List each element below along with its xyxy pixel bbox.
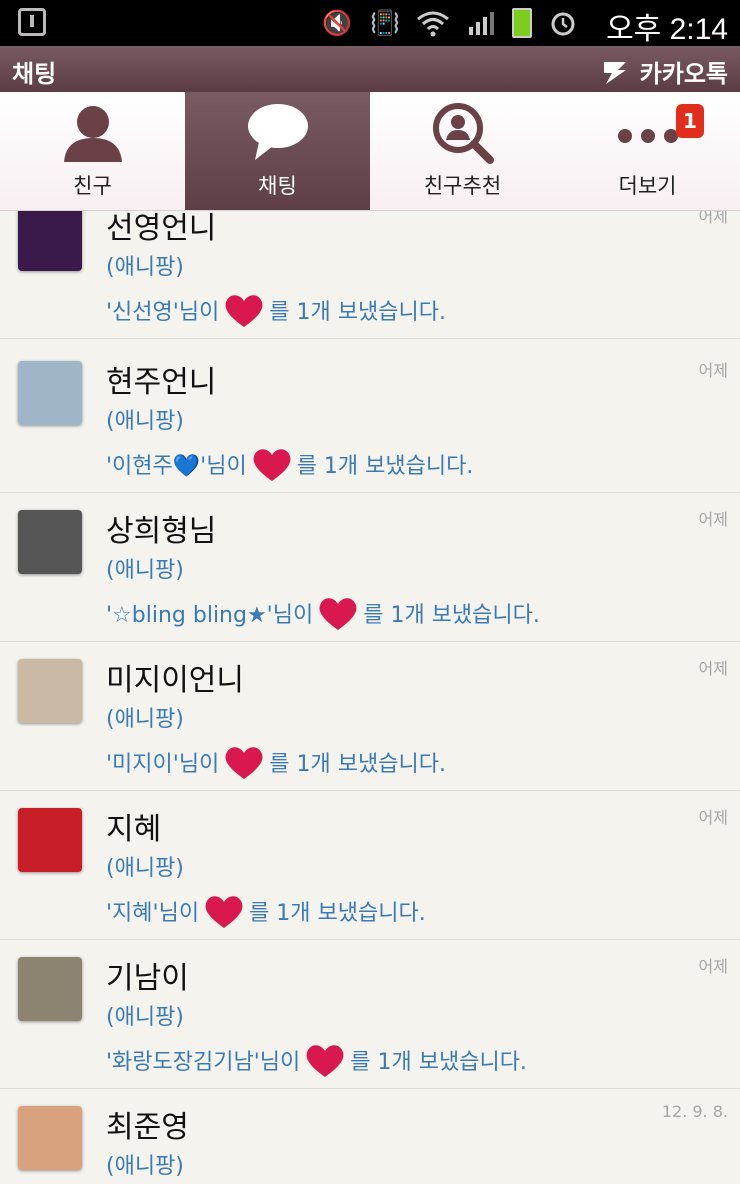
message-text: 를 1개 보냈습니다. <box>269 752 446 777</box>
alarm-icon <box>546 8 580 38</box>
brand: 카카오톡 <box>600 54 728 89</box>
message-sender: '화랑도장김기남'님이 <box>106 1050 301 1075</box>
clock: 오후 2:14 <box>606 13 728 46</box>
chat-time: 어제 <box>698 957 728 976</box>
chat-name: 상희형님 <box>106 514 217 549</box>
tab-chat[interactable]: 채팅 <box>185 92 370 210</box>
avatar <box>18 510 82 574</box>
status-bar: 🔇 📳 오후 2:14 <box>0 0 740 46</box>
heart-icon <box>306 1045 344 1077</box>
chat-row[interactable]: 기남이 (애니팡) '화랑도장김기남'님이 를 1개 보냈습니다. 어제 <box>0 941 740 1089</box>
avatar <box>18 659 82 723</box>
avatar <box>18 1106 82 1170</box>
message-sender: '☆bling bling★'님이 <box>106 603 314 628</box>
tab-label: 친구추천 <box>423 174 502 198</box>
chat-time: 어제 <box>698 808 728 827</box>
heart-icon <box>253 449 291 481</box>
message-text: 를 1개 보냈습니다. <box>249 901 426 926</box>
message-sender: '신선영'님이 <box>106 300 220 325</box>
heart-icon <box>225 747 263 779</box>
chat-list[interactable]: 선영언니 (애니팡) '신선영'님이 를 1개 보냈습니다. 어제 현주언니 (… <box>0 211 740 1184</box>
chat-message: '이현주💙'님이 를 1개 보냈습니다. <box>106 445 473 483</box>
chat-message: '지혜'님이 를 1개 보냈습니다. <box>106 892 426 930</box>
tab-recommend[interactable]: 친구추천 <box>370 92 555 210</box>
chat-message: '미지이'님이 를 1개 보냈습니다. <box>106 743 446 781</box>
avatar <box>18 211 82 271</box>
chat-row[interactable]: 상희형님 (애니팡) '☆bling bling★'님이 를 1개 보냈습니다.… <box>0 494 740 642</box>
page-title: 채팅 <box>12 60 57 88</box>
kakao-logo-icon <box>603 61 626 84</box>
avatar <box>18 361 82 425</box>
heart-icon <box>225 295 263 327</box>
tab-bar: 친구 채팅 친구추천 1 더보기 <box>0 92 740 211</box>
chat-name: 미지이언니 <box>106 663 244 698</box>
chat-time: 12. 9. 8. <box>661 1102 728 1121</box>
mute-icon: 🔇 <box>322 9 352 37</box>
chat-game-tag: (애니팡) <box>106 255 184 280</box>
download-icon <box>18 8 46 36</box>
person-icon <box>58 102 128 164</box>
chat-game-tag: (애니팡) <box>106 1154 184 1179</box>
chat-game-tag: (애니팡) <box>106 558 184 583</box>
chat-message: '☆bling bling★'님이 를 1개 보냈습니다. <box>106 594 540 632</box>
chat-time: 어제 <box>698 659 728 678</box>
avatar <box>18 808 82 872</box>
chat-row[interactable]: 선영언니 (애니팡) '신선영'님이 를 1개 보냈습니다. 어제 <box>0 211 740 339</box>
tab-friends[interactable]: 친구 <box>0 92 185 210</box>
chat-time: 어제 <box>698 211 728 226</box>
chat-game-tag: (애니팡) <box>106 707 184 732</box>
message-text: 를 1개 보냈습니다. <box>296 454 474 479</box>
chat-time: 어제 <box>698 510 728 529</box>
chat-name: 현주언니 <box>106 365 217 400</box>
chat-game-tag: (애니팡) <box>106 856 184 881</box>
chat-name: 지혜 <box>106 812 162 847</box>
chat-name: 최준영 <box>106 1110 189 1145</box>
chat-time: 어제 <box>698 361 728 380</box>
notification-badge: 1 <box>676 104 704 138</box>
heart-icon <box>205 896 243 928</box>
chat-game-tag: (애니팡) <box>106 409 184 434</box>
message-sender: '미지이'님이 <box>106 752 220 777</box>
brand-label: 카카오톡 <box>639 60 728 88</box>
battery-icon <box>512 8 532 38</box>
title-bar: 채팅 카카오톡 <box>0 46 740 92</box>
message-text: 를 1개 보냈습니다. <box>350 1050 527 1075</box>
chat-row[interactable]: 지혜 (애니팡) '지혜'님이 를 1개 보냈습니다. 어제 <box>0 792 740 940</box>
chat-message: '신선영'님이 를 1개 보냈습니다. <box>106 291 446 329</box>
chat-row[interactable]: 미지이언니 (애니팡) '미지이'님이 를 1개 보냈습니다. 어제 <box>0 643 740 791</box>
more-dots-icon <box>613 102 683 164</box>
chat-name: 기남이 <box>106 961 189 996</box>
message-text: 를 1개 보냈습니다. <box>269 300 446 325</box>
message-text: 를 1개 보냈습니다. <box>363 603 540 628</box>
speech-bubble-icon <box>243 102 313 164</box>
wifi-icon <box>416 8 450 38</box>
chat-row[interactable]: 현주언니 (애니팡) '이현주💙'님이 를 1개 보냈습니다. 어제 <box>0 345 740 493</box>
signal-icon <box>464 8 498 38</box>
vibrate-icon: 📳 <box>370 9 400 37</box>
tab-label: 친구 <box>73 174 112 198</box>
chat-row[interactable]: 최준영 (애니팡) 12. 9. 8. <box>0 1090 740 1184</box>
chat-game-tag: (애니팡) <box>106 1005 184 1030</box>
heart-icon <box>319 598 357 630</box>
tab-label: 채팅 <box>258 174 297 198</box>
tab-more[interactable]: 1 더보기 <box>555 92 740 210</box>
chat-name: 선영언니 <box>106 211 217 246</box>
message-sender: '지혜'님이 <box>106 901 200 926</box>
message-sender: '이현주💙'님이 <box>106 454 247 479</box>
search-person-icon <box>428 102 498 164</box>
chat-message: '화랑도장김기남'님이 를 1개 보냈습니다. <box>106 1041 527 1079</box>
avatar <box>18 957 82 1021</box>
tab-label: 더보기 <box>618 174 677 198</box>
